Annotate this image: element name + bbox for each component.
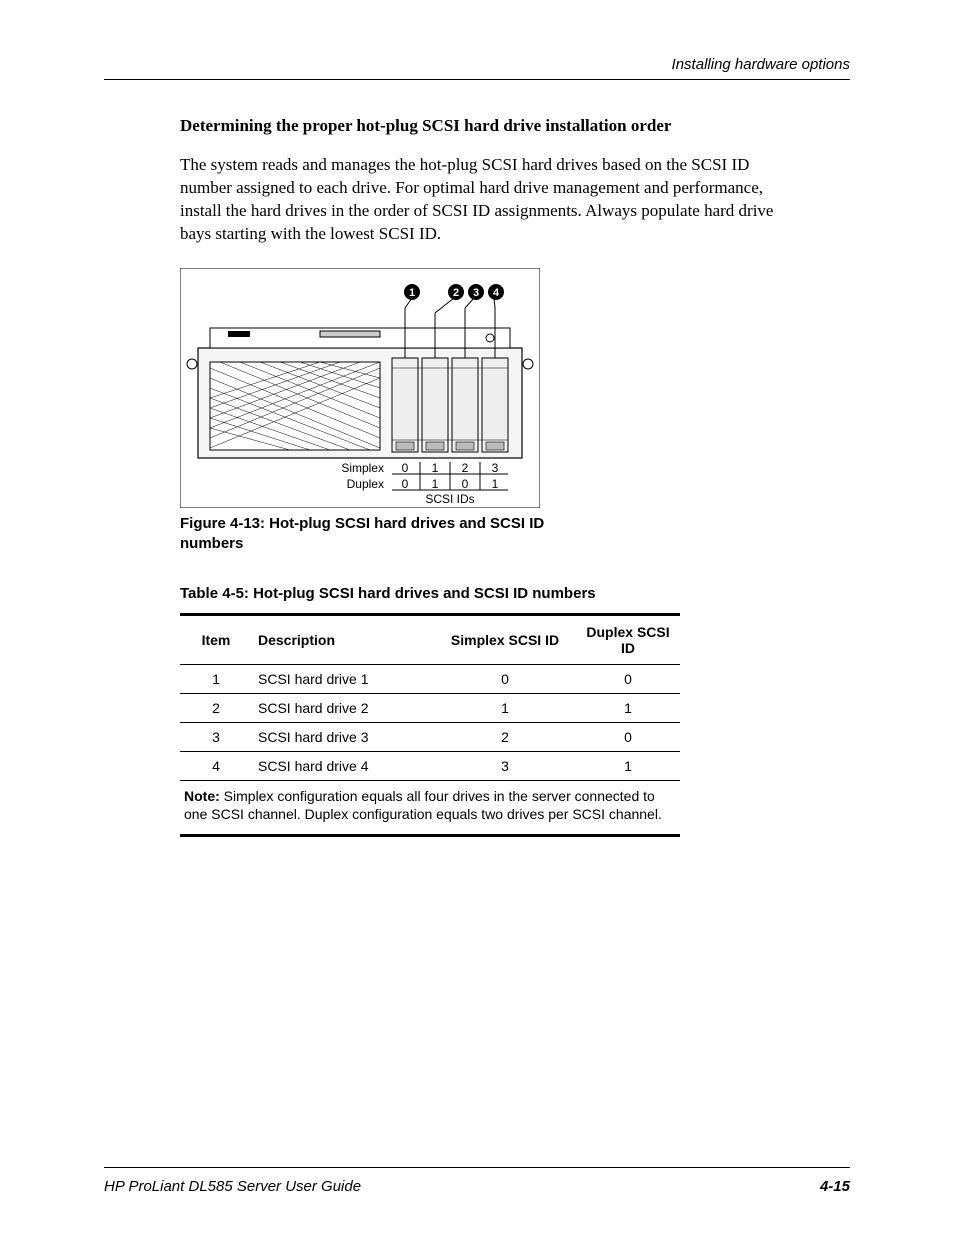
table-row: 1 SCSI hard drive 1 0 0 — [180, 664, 680, 693]
label-simplex: Simplex — [341, 461, 384, 475]
figure-4-13: 1 2 3 4 Simplex Duplex 0 1 2 3 0 1 — [180, 268, 850, 555]
running-header: Installing hardware options — [104, 56, 850, 79]
table-header-row: Item Description Simplex SCSI ID Duplex … — [180, 614, 680, 664]
page: Installing hardware options Determining … — [0, 0, 954, 1235]
th-description: Description — [252, 614, 434, 664]
figure-caption: Figure 4-13: Hot-plug SCSI hard drives a… — [180, 514, 580, 555]
page-footer: HP ProLiant DL585 Server User Guide 4-15 — [104, 1167, 850, 1195]
svg-text:2: 2 — [462, 461, 469, 475]
table-row: 2 SCSI hard drive 2 1 1 — [180, 693, 680, 722]
footer-doc-title: HP ProLiant DL585 Server User Guide — [104, 1178, 361, 1195]
note-label: Note: — [184, 788, 220, 804]
header-rule — [104, 79, 850, 80]
content-area: Determining the proper hot-plug SCSI har… — [104, 116, 850, 1167]
table-caption: Table 4-5: Hot-plug SCSI hard drives and… — [180, 584, 780, 604]
header-section-text: Installing hardware options — [672, 56, 850, 73]
svg-text:3: 3 — [492, 461, 499, 475]
th-simplex: Simplex SCSI ID — [434, 614, 576, 664]
table-row: 3 SCSI hard drive 3 2 0 — [180, 722, 680, 751]
section-heading: Determining the proper hot-plug SCSI har… — [180, 116, 850, 136]
svg-text:0: 0 — [462, 477, 469, 491]
svg-text:0: 0 — [402, 477, 409, 491]
table-note: Note: Simplex configuration equals all f… — [180, 781, 680, 838]
footer-page-number: 4-15 — [820, 1178, 850, 1195]
label-scsi-ids: SCSI IDs — [425, 492, 474, 506]
callout-3: 3 — [473, 287, 479, 299]
svg-text:1: 1 — [492, 477, 499, 491]
callout-4: 4 — [493, 287, 500, 299]
note-text: Simplex configuration equals all four dr… — [184, 788, 662, 823]
th-duplex: Duplex SCSI ID — [576, 614, 680, 664]
svg-text:1: 1 — [432, 477, 439, 491]
th-item: Item — [180, 614, 252, 664]
intro-paragraph: The system reads and manages the hot-plu… — [180, 154, 800, 246]
svg-text:0: 0 — [402, 461, 409, 475]
table-row: 4 SCSI hard drive 4 3 1 — [180, 751, 680, 780]
scsi-id-table: Item Description Simplex SCSI ID Duplex … — [180, 613, 680, 781]
callout-2: 2 — [453, 287, 459, 299]
label-duplex: Duplex — [347, 477, 384, 491]
callout-1: 1 — [409, 287, 415, 299]
svg-text:1: 1 — [432, 461, 439, 475]
server-diagram-svg: 1 2 3 4 Simplex Duplex 0 1 2 3 0 1 — [180, 268, 540, 508]
